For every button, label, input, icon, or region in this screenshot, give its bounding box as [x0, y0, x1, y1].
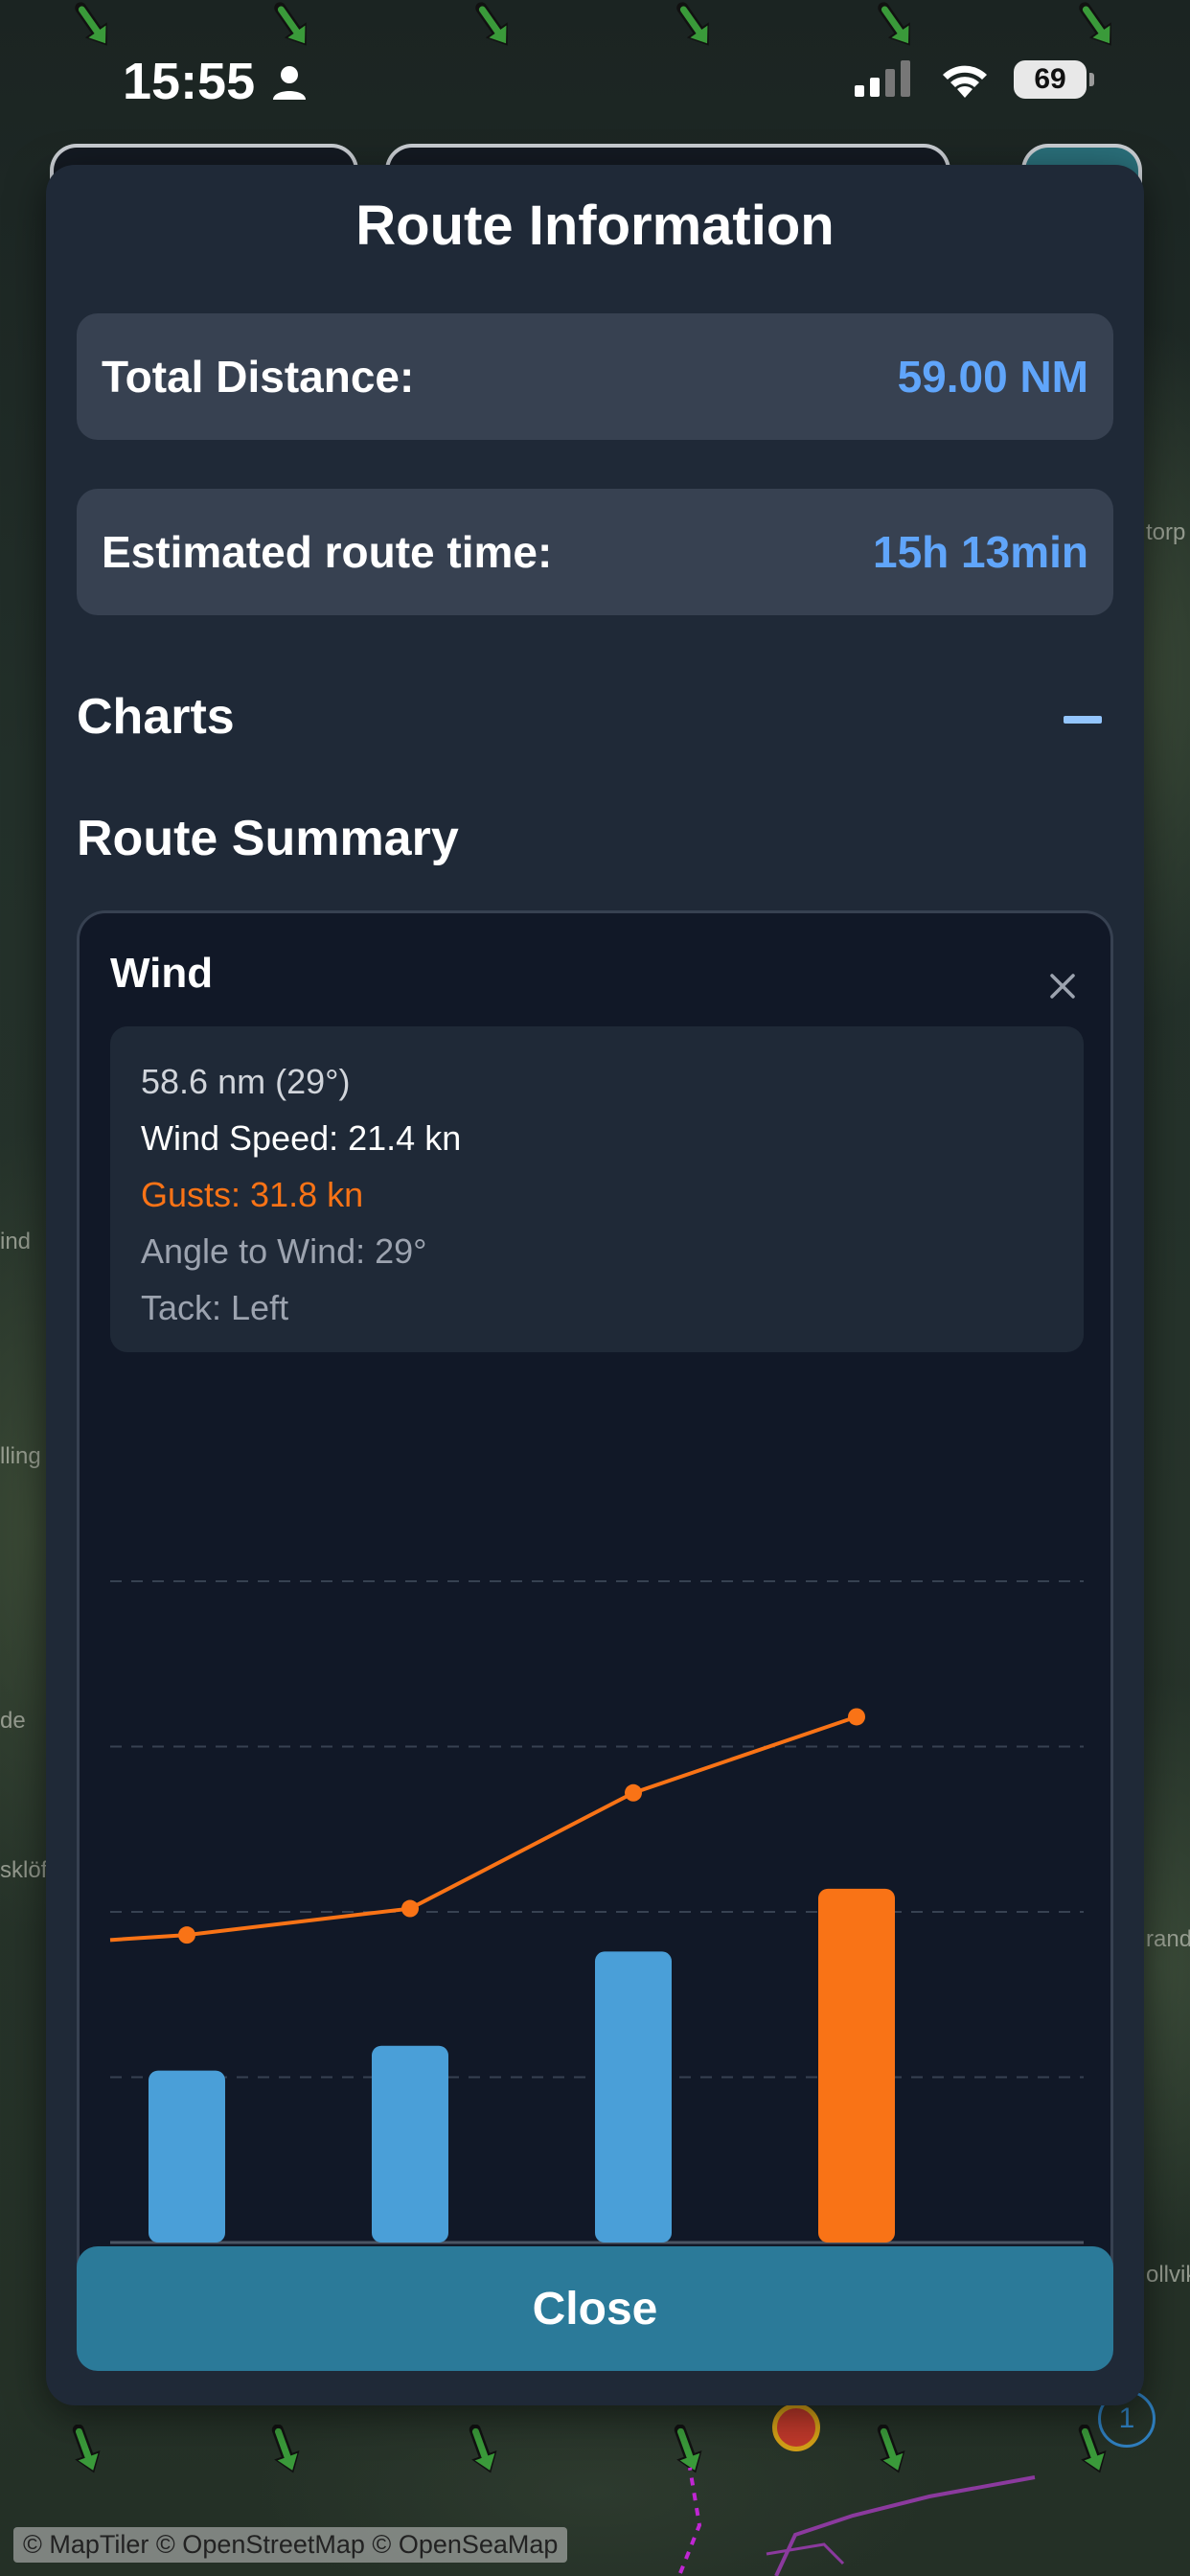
- modal-title: Route Information: [355, 195, 835, 257]
- route-time-row: Estimated route time: 15h 13min: [77, 489, 1113, 615]
- map-label: sklöf: [0, 1857, 48, 1883]
- battery-level: 69: [1034, 63, 1066, 95]
- map-label: lling: [0, 1443, 41, 1469]
- route-time-label: Estimated route time:: [102, 527, 553, 577]
- status-time: 15:55: [123, 53, 256, 110]
- route-line: [678, 2467, 1036, 2576]
- wind-chart-card: 8.2 nm (86°)50.7 nm (53°)55.7 nm (39°)58…: [77, 910, 1113, 2348]
- tooltip-angle: Angle to Wind: 29°: [141, 1231, 427, 1271]
- route-summary-heading: Route Summary: [77, 811, 459, 866]
- map-label: ind: [0, 1229, 32, 1254]
- chart-bar[interactable]: [818, 1888, 895, 2242]
- map-label: rand: [1146, 1926, 1190, 1952]
- wind-arrow-icon: [259, 2424, 312, 2478]
- map-attribution[interactable]: © MapTiler © OpenStreetMap © OpenSeaMap: [13, 2527, 568, 2563]
- tooltip-location: 58.6 nm (29°): [141, 1062, 351, 1101]
- tooltip-gusts: Gusts: 31.8 kn: [141, 1175, 364, 1214]
- battery-icon: 69: [1014, 60, 1094, 99]
- total-distance-value: 59.00 NM: [897, 352, 1088, 402]
- chart-line-point[interactable]: [401, 1899, 419, 1918]
- close-chart-icon[interactable]: [1049, 973, 1076, 1000]
- chart-title: Wind: [110, 950, 214, 997]
- wind-arrow-icon: [669, 0, 722, 54]
- wind-arrow-icon: [456, 2424, 510, 2478]
- chart-bar[interactable]: [595, 1951, 672, 2242]
- chart-tooltip: 58.6 nm (29°) Wind Speed: 21.4 kn Gusts:…: [110, 1026, 1084, 1352]
- wind-arrow-icon: [266, 0, 320, 54]
- person-icon: [273, 66, 306, 100]
- cluster-count: 1: [1118, 2403, 1135, 2434]
- map-label: ollvik: [1146, 2262, 1190, 2288]
- wind-arrow-icon: [59, 2424, 113, 2478]
- wind-arrow-icon: [468, 0, 521, 54]
- charts-heading[interactable]: Charts: [77, 688, 235, 746]
- map-label: torp: [1146, 519, 1186, 545]
- chart-line-point[interactable]: [848, 1708, 865, 1726]
- wind-arrow-icon: [870, 0, 924, 54]
- collapse-charts-icon[interactable]: [1064, 716, 1102, 724]
- total-distance-row: Total Distance: 59.00 NM: [77, 313, 1113, 440]
- route-information-modal: Route Information Total Distance: 59.00 …: [46, 165, 1144, 2405]
- total-distance-label: Total Distance:: [102, 352, 415, 402]
- wind-arrow-icon: [1071, 0, 1125, 54]
- close-button[interactable]: Close: [77, 2246, 1113, 2371]
- wind-arrow-icon: [67, 0, 121, 54]
- chart-bar[interactable]: [372, 2045, 448, 2242]
- chart-bar[interactable]: [149, 2070, 225, 2242]
- chart-line-point[interactable]: [625, 1783, 642, 1802]
- map-label: de: [0, 1708, 26, 1734]
- route-time-value: 15h 13min: [873, 527, 1088, 577]
- signal-icon: [855, 60, 910, 97]
- tooltip-tack: Tack: Left: [141, 1288, 289, 1327]
- wifi-icon: [943, 65, 987, 98]
- chart-line-series: [109, 1714, 858, 1943]
- tooltip-wind-speed: Wind Speed: 21.4 kn: [141, 1118, 462, 1158]
- chart-line-point[interactable]: [178, 1926, 195, 1944]
